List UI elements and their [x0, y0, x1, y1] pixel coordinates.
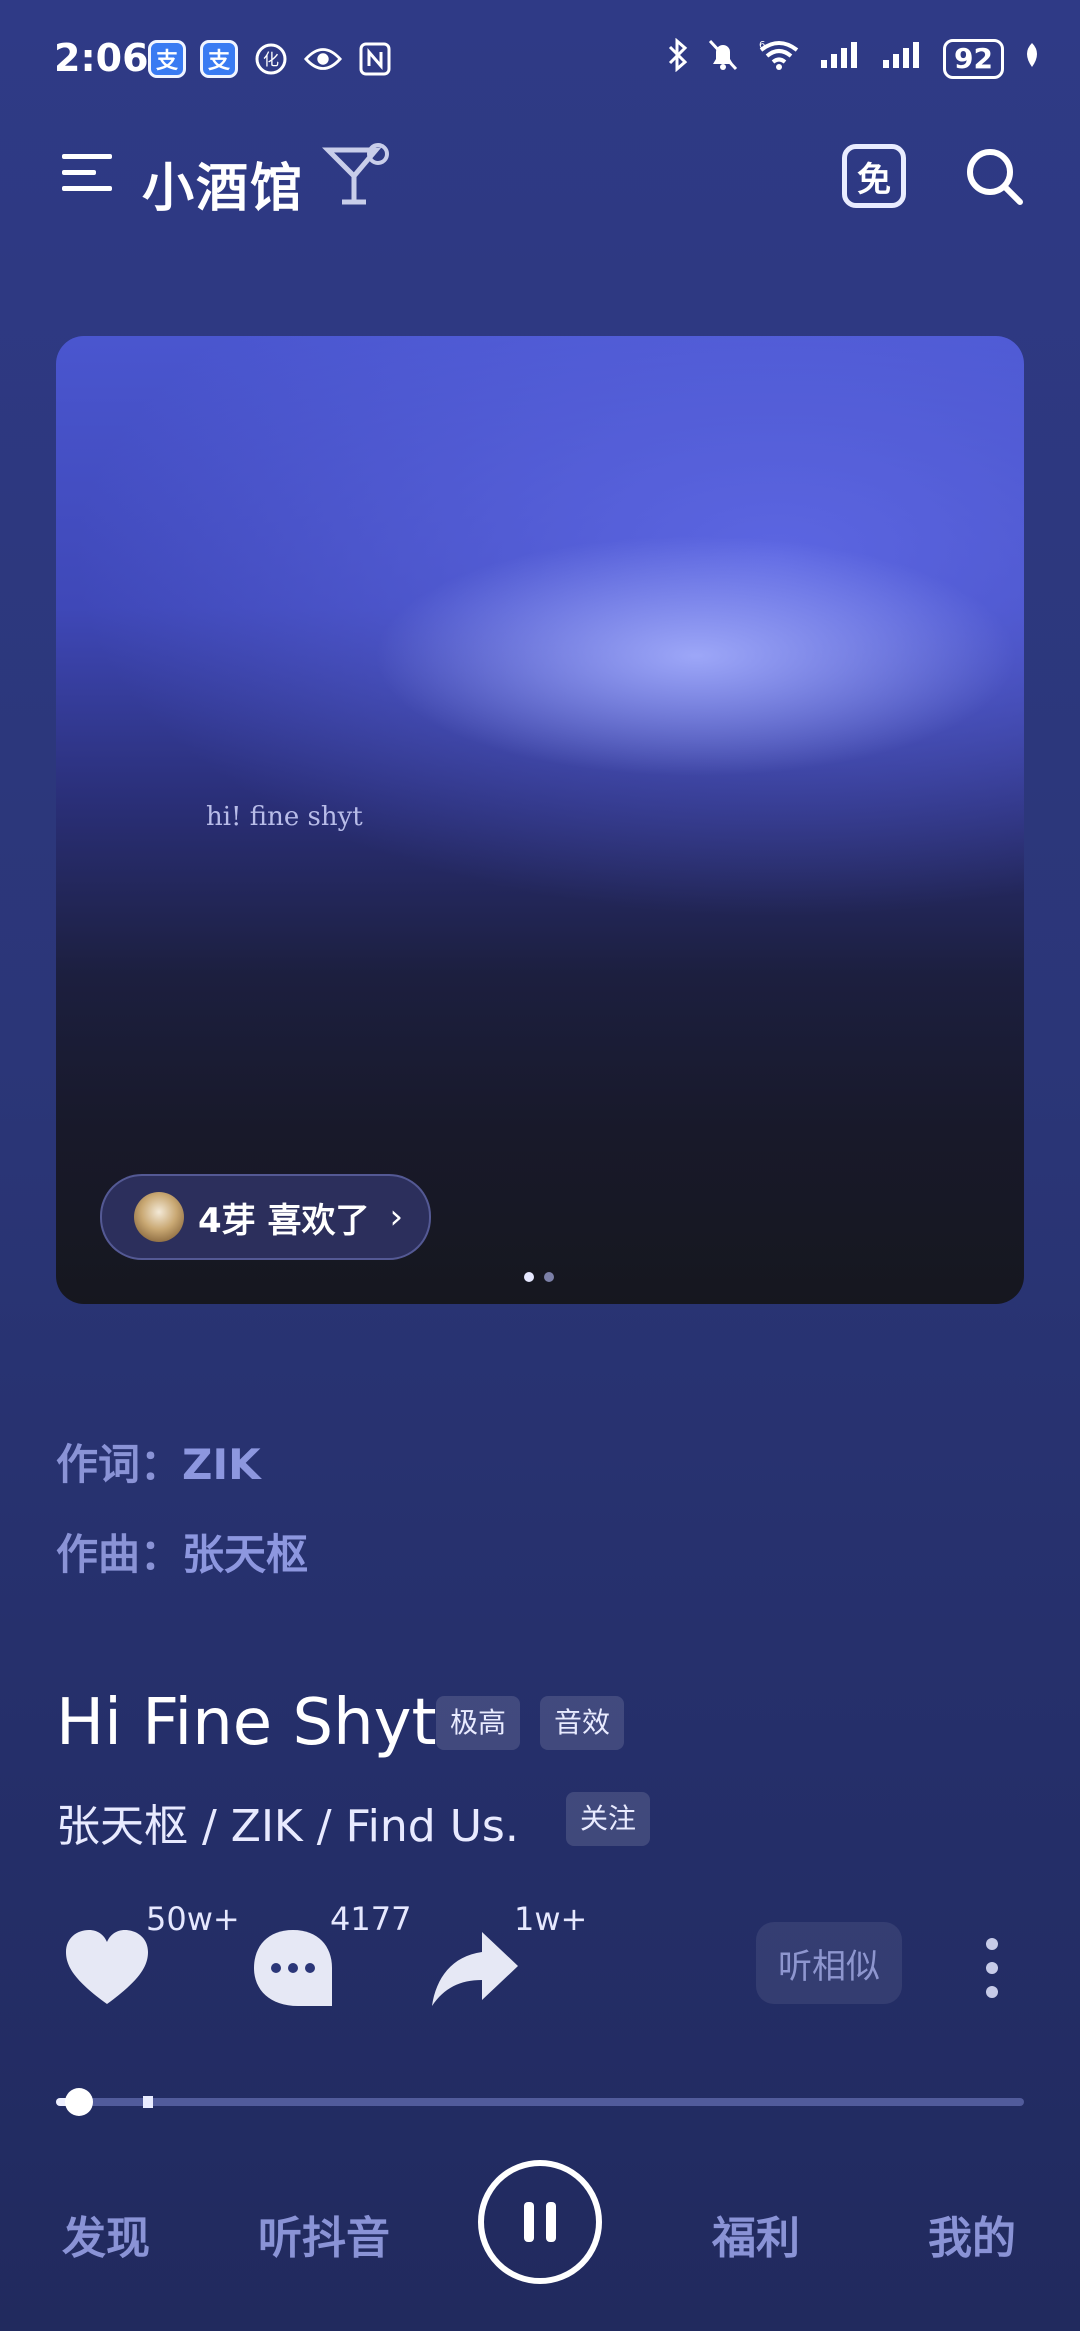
share-count: 1w+ — [514, 1900, 588, 1938]
nav-mine[interactable]: 我的 — [928, 2202, 1016, 2266]
mute-bell-icon — [707, 38, 739, 80]
lyricist-name[interactable]: ZIK — [182, 1440, 261, 1489]
svg-text:6: 6 — [759, 40, 765, 51]
sound-effect-tag[interactable]: 音效 — [540, 1696, 625, 1750]
top-bar: 小酒馆 免 — [0, 120, 1080, 230]
bluetooth-icon — [667, 37, 689, 80]
likes-pill[interactable]: 4芽 喜欢了 › — [100, 1174, 432, 1260]
action-bar: 50w+ 4177 1w+ 听相似 — [0, 1900, 1080, 2040]
page-dot — [524, 1272, 534, 1282]
wifi-icon: 6 — [757, 38, 801, 80]
follow-button[interactable]: 关注 — [566, 1792, 651, 1846]
share-icon[interactable] — [430, 1926, 520, 2010]
pause-button[interactable] — [478, 2160, 602, 2284]
composer-row: 作曲：张天枢 — [56, 1510, 308, 1600]
lyricist-row: 作词：ZIK — [56, 1420, 308, 1510]
comment-count: 4177 — [330, 1900, 412, 1938]
svg-text:化: 化 — [263, 50, 279, 69]
like-count: 50w+ — [146, 1900, 240, 1938]
page-indicator — [524, 1272, 554, 1282]
artists[interactable]: 张天枢 / ZIK / Find Us. — [56, 1790, 519, 1854]
app-icon: 化 — [252, 40, 290, 78]
menu-icon[interactable] — [62, 150, 112, 196]
composer-label: 作曲： — [56, 1530, 183, 1579]
nfc-icon — [356, 40, 394, 78]
song-title: Hi Fine Shyt — [56, 1686, 437, 1760]
status-bar: 2:06 支 支 化 6 92 — [0, 0, 1080, 120]
nav-welfare[interactable]: 福利 — [712, 2202, 800, 2266]
search-icon[interactable] — [962, 144, 1026, 208]
leaf-icon — [1022, 41, 1042, 77]
credits: 作词：ZIK 作曲：张天枢 — [56, 1420, 308, 1600]
clock: 2:06 — [54, 36, 149, 80]
progress-knob[interactable] — [65, 2088, 93, 2116]
progress-bar[interactable] — [56, 2088, 1024, 2116]
battery-level: 92 — [943, 39, 1004, 79]
listen-similar-button[interactable]: 听相似 — [756, 1922, 902, 2004]
signal-icon — [819, 40, 863, 78]
avatar — [134, 1192, 184, 1242]
alipay-icon: 支 — [148, 40, 186, 78]
page-title: 小酒馆 — [142, 159, 305, 219]
likes-text: 4芽 喜欢了 — [198, 1200, 370, 1241]
nav-douyin[interactable]: 听抖音 — [258, 2202, 390, 2266]
nav-discover[interactable]: 发现 — [62, 2202, 150, 2266]
bottom-nav: 发现 听抖音 福利 我的 — [0, 2150, 1080, 2300]
notification-icons: 支 支 化 — [148, 40, 394, 78]
buffer-marker — [143, 2096, 153, 2108]
signal-icon — [881, 40, 925, 78]
comment-icon[interactable] — [248, 1926, 338, 2010]
pause-icon — [524, 2202, 534, 2242]
heart-icon[interactable] — [62, 1926, 152, 2010]
album-cover[interactable]: hi! fine shyt 4芽 喜欢了 › — [56, 336, 1024, 1304]
alipay-icon: 支 — [200, 40, 238, 78]
system-icons: 6 92 — [667, 37, 1042, 80]
eye-icon — [304, 40, 342, 78]
free-icon[interactable]: 免 — [842, 144, 906, 208]
chevron-right-icon: › — [389, 1197, 404, 1237]
page-dot — [544, 1272, 554, 1282]
more-icon[interactable] — [984, 1936, 1000, 2000]
composer-name[interactable]: 张天枢 — [182, 1530, 308, 1579]
cover-text: hi! fine shyt — [206, 802, 363, 832]
quality-tag[interactable]: 极高 — [436, 1696, 521, 1750]
pause-icon — [546, 2202, 556, 2242]
lyricist-label: 作词： — [56, 1440, 183, 1489]
cocktail-icon — [321, 142, 390, 208]
